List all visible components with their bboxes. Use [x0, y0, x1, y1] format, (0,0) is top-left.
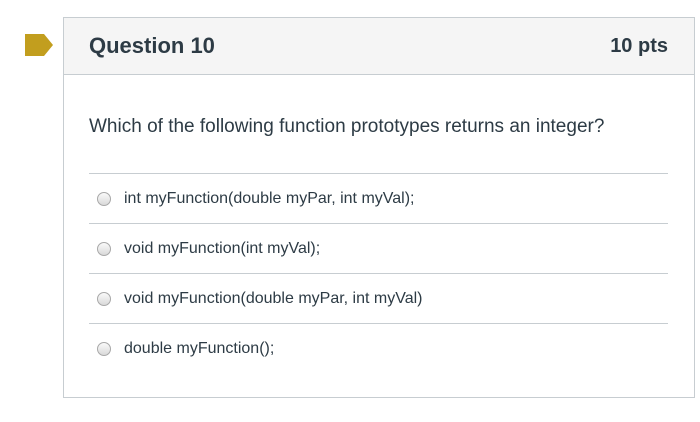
question-text: Which of the following function prototyp… — [89, 116, 605, 137]
question-title: Question 10 — [89, 33, 215, 58]
answer-option-3[interactable]: void myFunction(double myPar, int myVal) — [89, 274, 668, 324]
answer-label[interactable]: int myFunction(double myPar, int myVal); — [124, 190, 414, 208]
question-card: Question 10 10 pts Which of the followin… — [63, 17, 695, 398]
radio-button[interactable] — [97, 241, 111, 256]
answer-label[interactable]: void myFunction(int myVal); — [124, 240, 320, 258]
radio-button[interactable] — [97, 191, 111, 206]
question-body: Which of the following function prototyp… — [64, 75, 694, 374]
quiz-page: Question 10 10 pts Which of the followin… — [0, 0, 700, 422]
question-header: Question 10 10 pts — [64, 18, 694, 75]
answer-label[interactable]: void myFunction(double myPar, int myVal) — [124, 290, 422, 308]
radio-button[interactable] — [97, 291, 111, 306]
radio-button[interactable] — [97, 342, 111, 356]
answer-option-4[interactable]: double myFunction(); — [89, 324, 668, 374]
answer-option-1[interactable]: int myFunction(double myPar, int myVal); — [89, 174, 668, 224]
answer-label[interactable]: double myFunction(); — [124, 340, 274, 358]
answer-list: int myFunction(double myPar, int myVal);… — [89, 173, 668, 374]
flag-icon[interactable] — [25, 34, 53, 56]
question-points: 10 pts — [610, 34, 668, 57]
answer-option-2[interactable]: void myFunction(int myVal); — [89, 224, 668, 274]
